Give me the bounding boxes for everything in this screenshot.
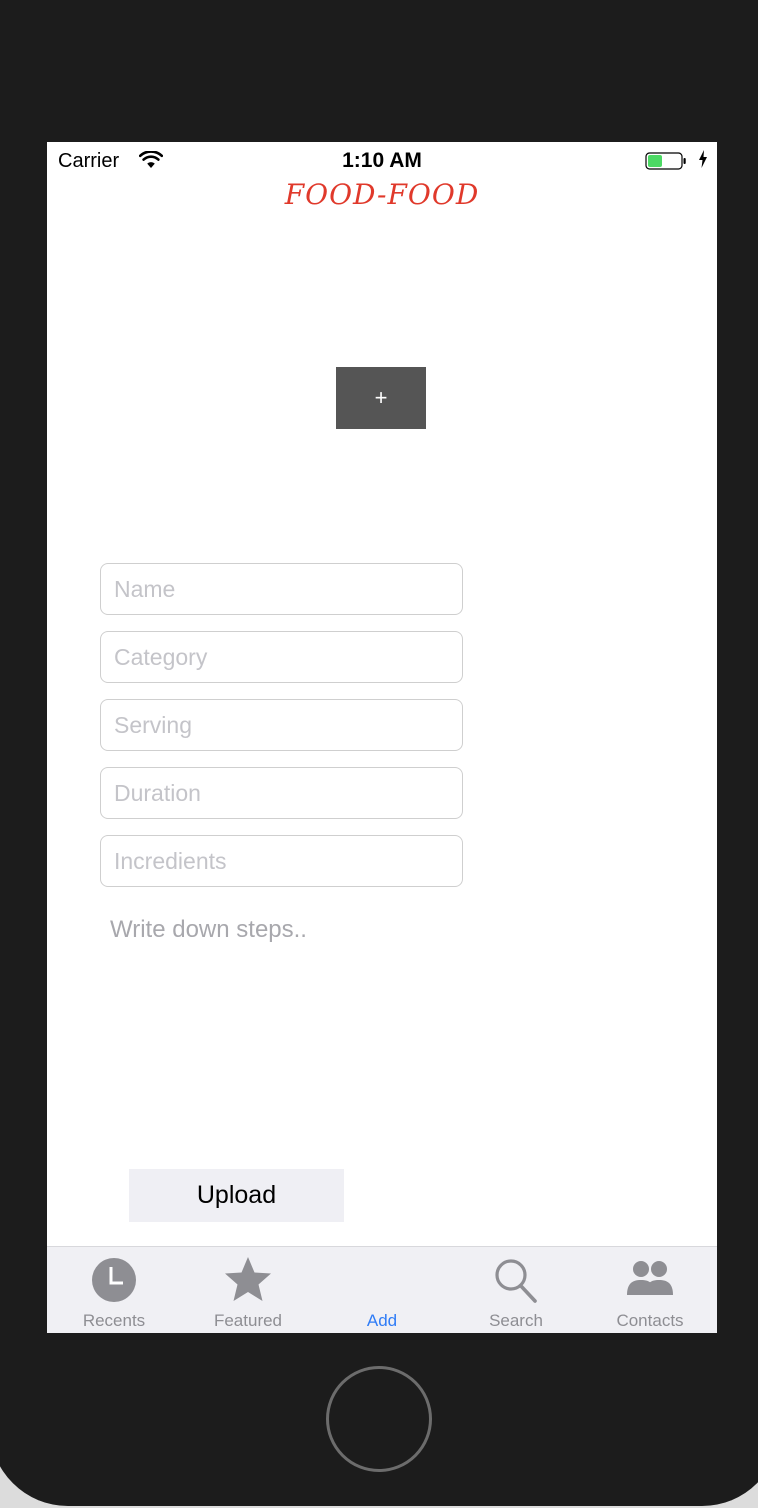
add-photo-button[interactable]: + — [336, 367, 426, 429]
tab-label-featured: Featured — [213, 1311, 283, 1330]
tab-add[interactable]: Add — [315, 1247, 449, 1333]
upload-button[interactable]: Upload — [129, 1169, 344, 1222]
star-icon — [225, 1257, 271, 1301]
home-button[interactable] — [326, 1366, 432, 1472]
contacts-icon — [627, 1261, 673, 1295]
tab-label-recents: Recents — [82, 1311, 146, 1330]
tab-search[interactable]: Search — [449, 1247, 583, 1333]
duration-field[interactable] — [100, 767, 463, 819]
search-icon — [495, 1259, 537, 1303]
ingredients-field[interactable] — [100, 835, 463, 887]
app-title: FOOD-FOOD — [284, 178, 480, 211]
tab-featured[interactable]: Featured — [181, 1247, 315, 1333]
name-field[interactable] — [100, 563, 463, 615]
steps-textarea[interactable] — [100, 908, 660, 1148]
tab-label-add: Add — [366, 1311, 398, 1330]
tab-label-search: Search — [489, 1311, 543, 1330]
tab-recents[interactable]: Recents — [47, 1247, 181, 1333]
tab-label-contacts: Contacts — [616, 1311, 684, 1330]
serving-field[interactable] — [100, 699, 463, 751]
phone-screen: Carrier 1:10 AM FOOD-FOOD + Upload — [47, 142, 717, 1333]
clock-icon — [92, 1258, 136, 1302]
status-bar: Carrier 1:10 AM — [47, 142, 717, 178]
status-time: 1:10 AM — [342, 149, 422, 172]
battery-icon — [645, 152, 686, 170]
simulator-window: Carrier 1:10 AM FOOD-FOOD + Upload — [0, 0, 758, 1508]
category-field[interactable] — [100, 631, 463, 683]
charging-bolt-icon — [699, 150, 707, 168]
tab-bar: Recents Featured Add Search Contacts — [47, 1246, 717, 1333]
tab-contacts[interactable]: Contacts — [583, 1247, 717, 1333]
